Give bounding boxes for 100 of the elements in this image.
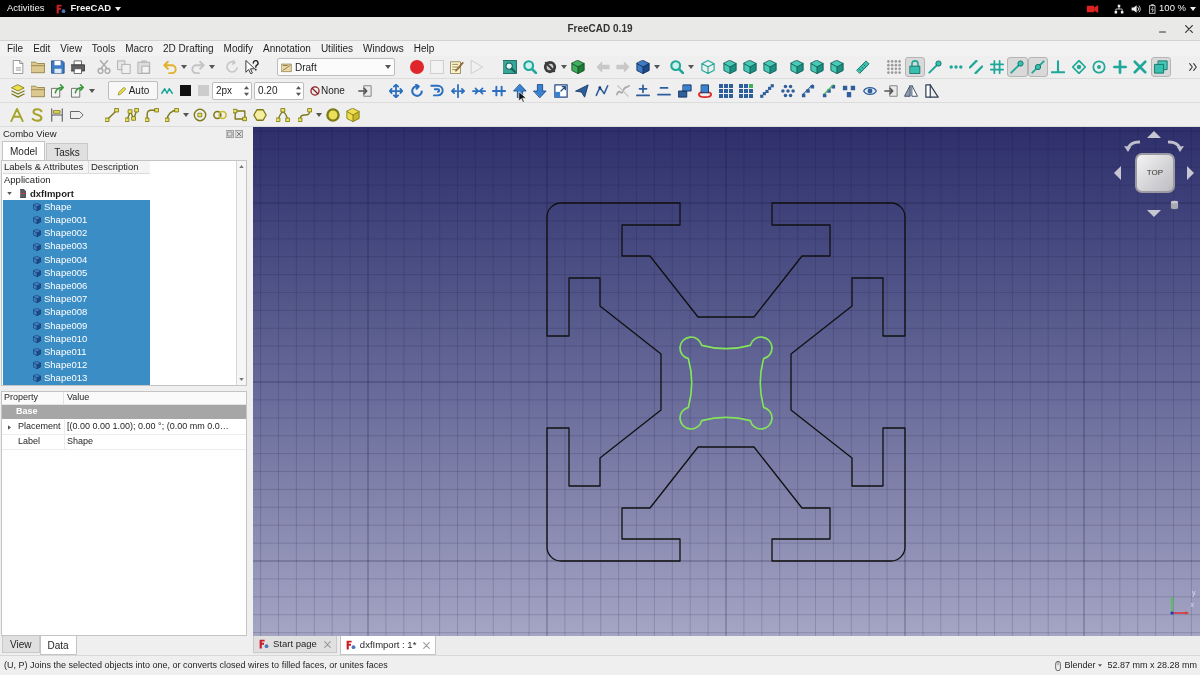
speaker-icon[interactable] [1131,3,1142,14]
menu-item[interactable]: Utilities [320,41,354,56]
box-arrow-icon[interactable] [71,83,85,98]
tree-item[interactable]: Shape009 [3,319,150,333]
tab[interactable]: Data [39,636,77,655]
activities-button[interactable]: Activities [7,1,45,16]
t-blocks-icon[interactable] [842,83,857,98]
tree-item[interactable]: Shape005 [3,266,150,280]
toggle-button[interactable] [1150,57,1171,77]
property-value[interactable]: [(0.00 0.00 1.00); 0.00 °; (0.00 mm 0.0… [64,419,246,435]
clipboard-icon[interactable] [137,60,151,74]
camera-icon[interactable] [1086,3,1100,14]
logo-icon[interactable] [56,3,67,14]
tree-item[interactable]: Shape [3,200,150,214]
cube-icon[interactable] [723,60,737,74]
menu-item[interactable]: Tools [91,41,116,56]
caret-down-icon[interactable] [654,65,660,69]
line-icon[interactable] [105,107,119,122]
tree-item[interactable]: Shape011 [3,345,150,359]
workbench-dropdown[interactable]: Draft [277,58,395,76]
mirror-triangles-icon[interactable] [904,83,919,98]
tree-item[interactable]: Shape004 [3,253,150,267]
document-tab[interactable]: Start page [253,636,337,653]
polyline-icon[interactable] [125,107,139,122]
document-icon[interactable] [11,60,25,74]
rotate-arrow-icon[interactable] [409,83,424,98]
record-icon[interactable] [410,60,424,74]
ruler-icon[interactable] [856,60,870,74]
split-bar-icon[interactable] [492,83,507,98]
toggle-button[interactable] [904,57,925,77]
zigzag-icon[interactable] [161,87,173,94]
curve-points-icon[interactable] [276,107,290,122]
tree-item[interactable]: Shape010 [3,332,150,346]
menu-item[interactable]: View [60,41,82,56]
cube-icon[interactable] [790,60,804,74]
document-tab[interactable]: dxfImport : 1* [339,636,437,655]
offset-curves-icon[interactable] [430,83,445,98]
magnifier-icon[interactable] [523,60,537,74]
tab[interactable]: Model [2,141,46,160]
wireframe-cube-icon[interactable] [701,60,715,74]
arrow-into-box-icon[interactable] [883,83,898,98]
notepad-pencil-icon[interactable] [450,60,464,74]
spin-field[interactable]: 0.20 [254,81,304,100]
menu-item[interactable]: Annotation [263,41,311,56]
scrollbar[interactable] [236,161,246,385]
column-header[interactable]: Value [64,392,90,404]
box-stack-icon[interactable] [677,83,692,98]
caret-right-icon[interactable] [7,424,11,430]
arc-icon[interactable] [165,107,179,122]
circle-dots-icon[interactable] [780,83,795,98]
chevrons-right-icon[interactable] [1189,63,1197,71]
cylinder-icon[interactable] [1170,200,1179,210]
paper-plane-icon[interactable] [574,83,589,98]
bezier-curve-icon[interactable] [298,107,312,122]
minimize-icon[interactable] [1159,30,1166,33]
stair-blocks-icon[interactable] [821,83,836,98]
battery-icon[interactable] [1149,3,1157,14]
color-swatch-icon[interactable] [197,85,209,96]
column-header[interactable]: Description [89,161,150,174]
rounded-corner-icon[interactable] [145,107,159,122]
tab[interactable]: Tasks [46,143,88,160]
cube-icon[interactable] [636,60,650,74]
caret-down-icon[interactable] [7,192,12,196]
move-arrows-icon[interactable] [389,83,404,98]
arrow-into-box-icon[interactable] [358,83,372,98]
auto-button[interactable]: Auto [108,81,158,100]
network-icon[interactable] [1114,3,1125,14]
text-tool-icon[interactable] [10,107,24,122]
triangle-left-icon[interactable] [1114,166,1121,180]
cube-icon[interactable] [743,60,757,74]
dimension-icon[interactable] [50,107,64,122]
layers-icon[interactable] [11,83,25,98]
nav-cube-face[interactable]: TOP [1135,153,1175,193]
cube-icon[interactable] [810,60,824,74]
caret-down-icon[interactable] [115,6,122,11]
spin-field[interactable]: 2px [212,81,252,100]
menu-item[interactable]: Modify [223,41,254,56]
app-menu[interactable]: FreeCAD [70,1,112,16]
plus-bar-icon[interactable] [636,83,651,98]
dot-path-icon[interactable] [760,83,774,98]
navigation-style[interactable]: Blender [1064,658,1096,673]
caret-down-icon[interactable] [561,65,567,69]
polyline-icon[interactable] [595,83,610,98]
close-icon[interactable] [1185,24,1193,33]
caret-down-icon[interactable] [183,112,189,117]
property-value[interactable]: Shape [64,434,246,450]
rectangle-icon[interactable] [233,107,247,122]
column-header[interactable]: Labels & Attributes [3,161,89,174]
triangle-right-icon[interactable] [1187,166,1194,180]
cube-icon[interactable] [763,60,777,74]
cube-icon[interactable] [830,60,844,74]
point-icon[interactable] [326,107,340,122]
grid-array-icon[interactable] [718,83,733,98]
tab[interactable]: View [2,636,40,653]
scale-icon[interactable] [554,83,569,98]
menu-item[interactable]: Edit [33,41,51,56]
zoom-fit-icon[interactable] [503,60,517,74]
triangle-up-icon[interactable] [1147,131,1161,138]
caret-down-icon[interactable] [89,88,95,93]
column-header[interactable]: Property [2,392,64,404]
